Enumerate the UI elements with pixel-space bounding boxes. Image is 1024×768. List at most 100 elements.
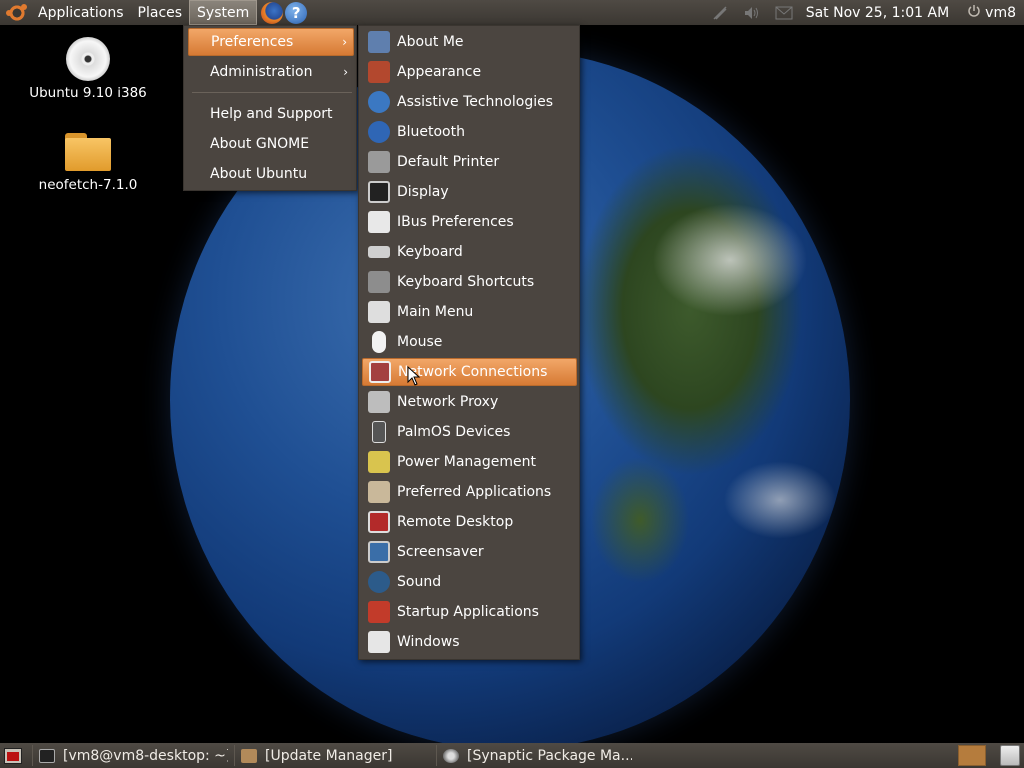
places-menu[interactable]: Places	[131, 0, 190, 25]
help-icon[interactable]: ?	[285, 1, 308, 24]
pref-label: Power Management	[397, 454, 537, 470]
taskbar-label: [vm8@vm8-desktop: ~]	[63, 747, 228, 764]
pref-label: Mouse	[397, 334, 443, 350]
power-icon[interactable]	[967, 4, 981, 22]
pref-item-main-menu[interactable]: Main Menu	[362, 298, 577, 326]
desktop-icon-folder[interactable]: neofetch-7.1.0	[23, 133, 153, 193]
terminal-icon	[39, 748, 55, 763]
volume-icon[interactable]	[742, 5, 762, 21]
power-management-icon	[368, 451, 390, 473]
system-menu-button[interactable]: System	[189, 0, 258, 25]
about-me-icon	[368, 31, 390, 53]
pref-label: Appearance	[397, 64, 482, 80]
main-menu-icon	[368, 301, 390, 323]
keyboard-icon	[368, 246, 390, 258]
trash-icon[interactable]	[1000, 745, 1020, 766]
pref-label: Default Printer	[397, 154, 500, 170]
menu-item-administration[interactable]: Administration ›	[188, 58, 354, 86]
desktop-icon-label: Ubuntu 9.10 i386	[29, 85, 147, 101]
workspace-switcher[interactable]	[958, 745, 986, 766]
preferred-apps-icon	[368, 481, 390, 503]
pref-label: Startup Applications	[397, 604, 539, 620]
bluetooth-icon	[368, 121, 390, 143]
pref-label: Screensaver	[397, 544, 484, 560]
pref-item-network-proxy[interactable]: Network Proxy	[362, 388, 577, 416]
remote-desktop-icon	[368, 511, 390, 533]
windows-icon	[368, 631, 390, 653]
pref-item-startup-applications[interactable]: Startup Applications	[362, 598, 577, 626]
applications-menu[interactable]: Applications	[31, 0, 131, 25]
pref-item-default-printer[interactable]: Default Printer	[362, 148, 577, 176]
pref-item-preferred-applications[interactable]: Preferred Applications	[362, 478, 577, 506]
pref-item-keyboard-shortcuts[interactable]: Keyboard Shortcuts	[362, 268, 577, 296]
pref-item-about-me[interactable]: About Me	[362, 28, 577, 56]
menu-item-label: Preferences	[211, 34, 294, 50]
pref-label: Bluetooth	[397, 124, 465, 140]
network-icon	[369, 361, 391, 383]
pref-label: Keyboard Shortcuts	[397, 274, 535, 290]
menu-item-label: About GNOME	[210, 136, 310, 152]
menu-item-about-ubuntu[interactable]: About Ubuntu	[188, 160, 354, 188]
pref-item-screensaver[interactable]: Screensaver	[362, 538, 577, 566]
desktop-icon-cdrom[interactable]: Ubuntu 9.10 i386	[23, 37, 153, 101]
pref-label: Remote Desktop	[397, 514, 514, 530]
pref-item-display[interactable]: Display	[362, 178, 577, 206]
taskbar-label: [Synaptic Package Ma...	[467, 747, 632, 764]
network-proxy-icon	[368, 391, 390, 413]
pref-item-power-management[interactable]: Power Management	[362, 448, 577, 476]
pref-label: Windows	[397, 634, 460, 650]
submenu-arrow-icon: ›	[343, 65, 348, 79]
pref-item-palmos-devices[interactable]: PalmOS Devices	[362, 418, 577, 446]
pref-item-network-connections[interactable]: Network Connections	[362, 358, 577, 386]
pref-item-windows[interactable]: Windows	[362, 628, 577, 656]
pref-item-keyboard[interactable]: Keyboard	[362, 238, 577, 266]
pref-item-ibus-preferences[interactable]: IBus Preferences	[362, 208, 577, 236]
keyboard-shortcuts-icon	[368, 271, 390, 293]
pref-item-bluetooth[interactable]: Bluetooth	[362, 118, 577, 146]
menu-item-about-gnome[interactable]: About GNOME	[188, 130, 354, 158]
display-icon	[368, 181, 390, 203]
pref-item-appearance[interactable]: Appearance	[362, 58, 577, 86]
mouse-cursor-icon	[407, 366, 421, 386]
ubuntu-logo-icon[interactable]	[6, 2, 27, 23]
taskbar-item-update-manager[interactable]: [Update Manager]	[234, 745, 430, 766]
ibus-icon	[368, 211, 390, 233]
pref-label: PalmOS Devices	[397, 424, 511, 440]
menu-item-help-and-support[interactable]: Help and Support	[188, 100, 354, 128]
screensaver-icon	[368, 541, 390, 563]
pref-item-remote-desktop[interactable]: Remote Desktop	[362, 508, 577, 536]
bottom-panel: [vm8@vm8-desktop: ~] [Update Manager] [S…	[0, 743, 1024, 768]
taskbar-item-synaptic[interactable]: [Synaptic Package Ma...	[436, 745, 632, 766]
taskbar-label: [Update Manager]	[265, 747, 393, 764]
user-menu[interactable]: vm8	[985, 5, 1016, 21]
pref-label: Main Menu	[397, 304, 474, 320]
folder-icon	[65, 133, 111, 171]
top-panel: Applications Places System ? Sat Nov 25,…	[0, 0, 1024, 25]
pref-label: Display	[397, 184, 449, 200]
cd-icon	[66, 37, 110, 81]
pref-label: Preferred Applications	[397, 484, 552, 500]
pref-item-assistive-technologies[interactable]: Assistive Technologies	[362, 88, 577, 116]
pref-item-mouse[interactable]: Mouse	[362, 328, 577, 356]
palmos-icon	[372, 421, 386, 443]
startup-apps-icon	[368, 601, 390, 623]
taskbar-item-terminal[interactable]: [vm8@vm8-desktop: ~]	[32, 745, 228, 766]
pref-label: About Me	[397, 34, 464, 50]
mail-icon[interactable]	[774, 5, 794, 21]
menu-item-preferences[interactable]: Preferences ›	[188, 28, 354, 56]
menu-item-label: Administration	[210, 64, 313, 80]
firefox-icon[interactable]	[261, 1, 284, 24]
printer-icon	[368, 151, 390, 173]
clock[interactable]: Sat Nov 25, 1:01 AM	[806, 5, 949, 21]
network-status-icon[interactable]	[710, 5, 730, 21]
pref-item-sound[interactable]: Sound	[362, 568, 577, 596]
pref-label: Keyboard	[397, 244, 463, 260]
pref-label: Assistive Technologies	[397, 94, 554, 110]
mouse-icon	[372, 331, 386, 353]
submenu-arrow-icon: ›	[342, 35, 347, 49]
assistive-icon	[368, 91, 390, 113]
preferences-submenu: About Me Appearance Assistive Technologi…	[358, 25, 580, 660]
show-desktop-icon[interactable]	[4, 747, 22, 764]
pref-label: Sound	[397, 574, 442, 590]
panel-tray: Sat Nov 25, 1:01 AM vm8	[710, 0, 1024, 25]
